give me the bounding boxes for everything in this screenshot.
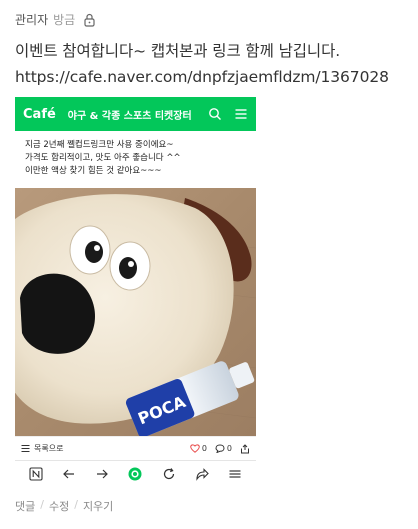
like-button[interactable]: 0 (190, 444, 207, 453)
message-link[interactable]: https://cafe.naver.com/dnpfzjaemfldzm/13… (15, 64, 415, 90)
message-header: 관리자 방금 (15, 11, 96, 28)
lock-icon (84, 13, 95, 27)
browser-toolbar (15, 460, 256, 486)
comment-icon (215, 444, 225, 453)
message-text: 이벤트 참여합니다~ 캡처본과 링크 함께 남깁니다. (15, 42, 341, 60)
search-icon (209, 108, 221, 120)
comment-button[interactable]: 0 (215, 444, 232, 453)
edit-link[interactable]: 수정 (49, 498, 69, 514)
cafe-header-bar: Café 야구 & 각종 스포츠 티켓장터 (15, 97, 256, 131)
heart-icon (190, 444, 200, 453)
timestamp: 방금 (53, 13, 76, 27)
separator: / (74, 498, 78, 511)
list-icon (21, 445, 30, 452)
delete-link[interactable]: 지우기 (83, 498, 113, 514)
menu-icon[interactable] (228, 467, 242, 481)
like-count: 0 (201, 444, 207, 453)
cafe-title: 야구 & 각종 스포츠 티켓장터 (67, 110, 192, 122)
menu-icon (235, 109, 247, 119)
message-footer: 댓글 / 수정 / 지우기 (15, 498, 113, 514)
author-name[interactable]: 관리자 (15, 11, 48, 28)
home-green-icon[interactable] (128, 467, 142, 481)
post-line: 가격도 합리적이고, 맛도 아주 좋습니다 ^^ (25, 153, 181, 163)
share-arrow-icon[interactable] (195, 467, 209, 481)
naver-n-icon[interactable] (29, 466, 43, 481)
list-button[interactable]: 목록으로 (21, 443, 182, 454)
forward-arrow-icon[interactable] (95, 467, 109, 481)
back-arrow-icon[interactable] (62, 467, 76, 481)
post-actions: 목록으로 0 0 (15, 436, 256, 460)
comment-count: 0 (226, 444, 232, 453)
post-text: 지금 2년째 쩰컵드링크만 사용 중이에요~ 가격도 합리적이고, 맛도 아주 … (15, 131, 256, 188)
product-photo: POCA (15, 188, 256, 436)
message-body: 이벤트 참여합니다~ 캡처본과 링크 함께 남깁니다. https://cafe… (15, 38, 415, 90)
reply-link[interactable]: 댓글 (15, 498, 35, 514)
attached-screenshot[interactable]: Café 야구 & 각종 스포츠 티켓장터 지금 2년째 쩰컵드링크만 사용 중… (15, 97, 256, 486)
post-line: 이만한 액상 찾기 힘든 것 같아요~~~ (25, 166, 162, 176)
share-button[interactable] (240, 443, 250, 454)
separator: / (40, 498, 44, 511)
post-line: 지금 2년째 쩰컵드링크만 사용 중이에요~ (25, 140, 174, 150)
share-icon (241, 443, 249, 453)
list-label: 목록으로 (34, 444, 64, 453)
cafe-logo: Café (23, 106, 56, 122)
reload-icon[interactable] (162, 467, 176, 481)
